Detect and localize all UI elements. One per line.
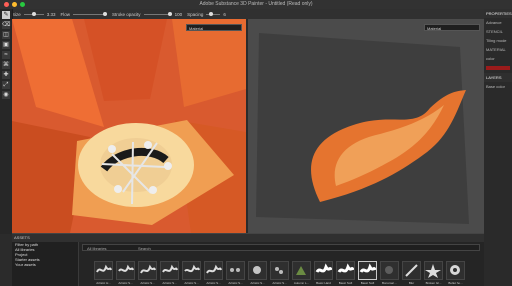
stroke-opacity-slider[interactable] (143, 11, 172, 16)
asset-thumb-label: Broken Gl... (425, 281, 442, 285)
size-control[interactable]: Size 3.33 (12, 11, 56, 17)
asset-thumb[interactable]: Bullet ho... (446, 261, 465, 285)
size-slider[interactable] (23, 11, 44, 16)
material-label: MATERIAL (486, 47, 506, 52)
spacing-control[interactable]: Spacing 6 (187, 11, 226, 17)
search-placeholder-label: Search (138, 246, 151, 251)
viewport-3d-material-dropdown[interactable]: Material (186, 24, 242, 31)
stroke-opacity-handle[interactable] (167, 11, 172, 16)
asset-thumb[interactable]: Artistic S... (270, 261, 289, 285)
flow-slider-handle[interactable] (103, 11, 108, 16)
right-panel: PROPERTIES Advance STENCIL Tiling mode M… (484, 9, 512, 285)
asset-thumb-label: Basic Soft (360, 281, 375, 285)
asset-thumb-label: Artistic S... (140, 281, 155, 285)
transform-icon[interactable]: ⤢ (2, 81, 10, 89)
asset-thumb[interactable]: Artistic S... (182, 261, 201, 285)
spacing-slider-handle[interactable] (209, 11, 214, 16)
size-label: Size (12, 11, 21, 17)
flow-control[interactable]: Flow (60, 11, 108, 17)
asset-thumb-label: Artistic S... (184, 281, 199, 285)
asset-thumbnails: Artistic H... Artistic S... Artistic S..… (94, 261, 478, 285)
flower-3d-render (12, 19, 246, 233)
assets-header: ASSETS (12, 234, 484, 242)
asset-thumb-label: Autumn L... (293, 281, 310, 285)
assets-sidebar: Filter by path All libraries Project Sta… (12, 242, 79, 286)
window-title: Adobe Substance 3D Painter - Untitled (R… (199, 1, 313, 7)
asset-thumb-label: Blur (408, 281, 415, 285)
color-swatch[interactable] (486, 66, 510, 70)
asset-thumb-selected[interactable]: Basic Soft (358, 261, 377, 285)
eraser-icon[interactable]: ⌫ (2, 21, 10, 29)
asset-thumb[interactable]: Artistic S... (116, 261, 135, 285)
2d-viewport[interactable]: Material (248, 19, 484, 233)
asset-thumb[interactable]: Bonsmal ... (380, 261, 399, 285)
stroke-opacity-label: Stroke opacity (112, 11, 141, 17)
asset-thumb-label: Basic Hard (316, 281, 331, 285)
stroke-opacity-value: 100 (174, 11, 183, 17)
assets-search-input[interactable]: All libraries Search (82, 244, 480, 251)
tiling-label: Tiling mode (486, 38, 507, 43)
asset-thumb-label: Basic Soft (338, 281, 353, 285)
asset-thumb-label: Artistic S... (250, 281, 265, 285)
spacing-label: Spacing (187, 11, 204, 17)
projection-icon[interactable]: ◫ (2, 31, 10, 39)
paint-brush-icon[interactable]: ✎ (2, 11, 10, 19)
camera-icon[interactable]: ◉ (2, 91, 10, 99)
asset-thumb[interactable]: Artistic S... (204, 261, 223, 285)
clone-icon[interactable]: ⌘ (2, 61, 10, 69)
asset-thumb[interactable]: Artistic S... (248, 261, 267, 285)
asset-thumb[interactable]: Autumn L... (292, 261, 311, 285)
polygon-fill-icon[interactable]: ▣ (2, 41, 10, 49)
asset-thumb-label: Artistic S... (162, 281, 177, 285)
asset-thumb-label: Artistic S... (272, 281, 287, 285)
picker-icon[interactable]: ✚ (2, 71, 10, 79)
asset-thumb[interactable]: Artistic S... (226, 261, 245, 285)
layers-header: LAYERS (484, 73, 512, 82)
flow-label: Flow (60, 11, 71, 17)
window-titlebar: Adobe Substance 3D Painter - Untitled (R… (0, 0, 512, 9)
asset-thumb[interactable]: Basic Soft (336, 261, 355, 285)
asset-thumb-label: Artistic H... (96, 281, 111, 285)
stencil-label: STENCIL (486, 29, 503, 34)
asset-thumb[interactable]: Artistic H... (94, 261, 113, 285)
asset-thumb[interactable]: Blur (402, 261, 421, 285)
asset-thumb-label: Artistic S... (228, 281, 243, 285)
asset-thumb[interactable]: Artistic S... (138, 261, 157, 285)
library-item-your[interactable]: Your assets (12, 262, 78, 267)
spacing-slider[interactable] (206, 11, 221, 16)
size-value: 3.33 (46, 11, 56, 17)
3d-viewport[interactable]: Material (12, 19, 246, 233)
base-color-label: Base color (486, 84, 505, 89)
all-libraries-label: All libraries (87, 246, 107, 251)
stroke-opacity-control[interactable]: Stroke opacity 100 (112, 11, 183, 17)
asset-thumb-label: Bullet ho... (448, 281, 463, 285)
assets-panel: ASSETS Filter by path All libraries Proj… (12, 233, 484, 286)
asset-thumb[interactable]: Broken Gl... (424, 261, 443, 285)
size-slider-handle[interactable] (31, 11, 36, 16)
spacing-value: 6 (223, 11, 226, 17)
uv-map-render (248, 19, 484, 233)
asset-thumb[interactable]: Artistic S... (160, 261, 179, 285)
asset-thumb-label: Artistic S... (118, 281, 133, 285)
asset-thumb[interactable]: Basic Hard (314, 261, 333, 285)
asset-thumb-label: Artistic S... (206, 281, 221, 285)
properties-header: PROPERTIES (484, 9, 512, 18)
asset-thumb-label: Bonsmal ... (381, 281, 397, 285)
smudge-icon[interactable]: ≈ (2, 51, 10, 59)
color-label: color (486, 56, 495, 61)
flow-slider[interactable] (73, 11, 108, 16)
advanced-label: Advance (486, 20, 502, 25)
viewport-2d-material-dropdown[interactable]: Material (424, 24, 480, 31)
brush-toolbar: Size 3.33 Flow Stroke opacity 100 Spacin… (12, 9, 484, 19)
